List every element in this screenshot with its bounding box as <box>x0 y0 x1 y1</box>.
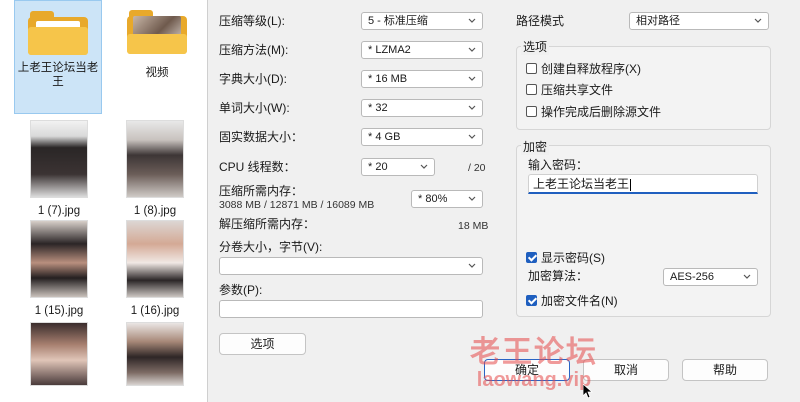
word-size-select[interactable]: * 32 <box>361 99 483 117</box>
checkbox-unchecked-icon <box>526 63 537 74</box>
memory-decompress-value: 18 MB <box>458 220 489 232</box>
checkbox-checked-icon <box>526 295 537 306</box>
encryption-method-label: 加密算法： <box>528 269 589 283</box>
show-password-checkbox[interactable]: 显示密码(S) <box>526 249 605 266</box>
sfx-checkbox[interactable]: 创建自释放程序(X) <box>526 60 641 77</box>
chevron-down-icon <box>743 274 751 279</box>
file-label: 1 (16).jpg <box>130 305 180 317</box>
chevron-down-icon <box>468 263 476 268</box>
password-label: 输入密码： <box>528 158 589 172</box>
compression-level-label: 压缩等级(L): <box>219 14 286 28</box>
text-caret <box>630 178 632 191</box>
folder-item[interactable]: 上老王论坛当老王 <box>14 0 102 114</box>
file-label: 1 (8).jpg <box>133 205 177 217</box>
path-mode-select[interactable]: 相对路径 <box>629 12 769 30</box>
path-mode-label: 路径模式 <box>516 14 565 28</box>
compression-method-label: 压缩方法(M): <box>219 43 289 57</box>
checkbox-unchecked-icon <box>526 84 537 95</box>
watermark-url: laowang.vip <box>476 369 592 391</box>
encryption-method-select[interactable]: AES-256 <box>663 268 758 286</box>
file-label: 1 (15).jpg <box>34 305 84 317</box>
compression-level-select[interactable]: 5 - 标准压缩 <box>361 12 483 30</box>
solid-block-size-select[interactable]: * 4 GB <box>361 128 483 146</box>
password-input[interactable]: 上老王论坛当老王 <box>528 174 758 194</box>
word-size-label: 单词大小(W): <box>219 101 290 115</box>
cpu-threads-max: / 20 <box>468 162 486 174</box>
compress-shared-files-checkbox[interactable]: 压缩共享文件 <box>526 81 613 98</box>
encryption-group-title: 加密 <box>521 138 550 155</box>
cpu-threads-label: CPU 线程数： <box>219 160 296 174</box>
compression-method-select[interactable]: * LZMA2 <box>361 41 483 59</box>
checkbox-unchecked-icon <box>526 106 537 117</box>
file-explorer-pane: 上老王论坛当老王 视频 1 (7).jpg 1 (8).jpg 1 (15).j… <box>0 0 207 402</box>
options-button[interactable]: 选项 <box>219 333 306 355</box>
split-volumes-label: 分卷大小，字节(V): <box>219 240 323 254</box>
folder-icon <box>127 10 187 54</box>
chevron-down-icon <box>468 18 476 23</box>
image-file-item[interactable]: 1 (7).jpg <box>18 120 100 218</box>
solid-block-size-label: 固实数据大小： <box>219 130 304 144</box>
file-label: 1 (7).jpg <box>37 205 81 217</box>
image-file-item[interactable]: 1 (8).jpg <box>114 120 196 218</box>
folder-icon <box>28 11 88 55</box>
chevron-down-icon <box>468 105 476 110</box>
image-thumbnail <box>126 120 184 198</box>
parameters-input[interactable] <box>219 300 483 318</box>
image-thumbnail <box>30 120 88 198</box>
folder-label: 视频 <box>145 67 169 79</box>
image-file-item[interactable]: 1 (16).jpg <box>114 220 196 318</box>
dictionary-size-select[interactable]: * 16 MB <box>361 70 483 88</box>
image-thumbnail <box>30 220 88 298</box>
chevron-down-icon <box>468 134 476 139</box>
watermark: 老王论坛 laowang.vip <box>470 336 598 391</box>
folder-item[interactable]: 视频 <box>116 0 198 112</box>
image-thumbnail <box>126 220 184 298</box>
image-file-item[interactable]: 1 (15).jpg <box>18 220 100 318</box>
memory-decompress-label: 解压缩所需内存： <box>219 217 316 231</box>
mouse-cursor-icon <box>583 384 593 398</box>
chevron-down-icon <box>468 76 476 81</box>
checkbox-checked-icon <box>526 252 537 263</box>
image-thumbnail <box>126 322 184 386</box>
encrypt-file-names-checkbox[interactable]: 加密文件名(N) <box>526 292 618 309</box>
options-group-title: 选项 <box>521 38 550 55</box>
delete-after-compression-checkbox[interactable]: 操作完成后删除源文件 <box>526 103 661 120</box>
chevron-down-icon <box>468 196 476 201</box>
parameters-label: 参数(P): <box>219 283 263 297</box>
memory-usage-select[interactable]: * 80% <box>411 190 483 208</box>
image-thumbnail <box>30 322 88 386</box>
chevron-down-icon <box>420 164 428 169</box>
folder-label: 上老王论坛当老王 <box>17 62 99 88</box>
image-file-item[interactable] <box>114 322 196 386</box>
dictionary-size-label: 字典大小(D): <box>219 72 287 86</box>
chevron-down-icon <box>754 18 762 23</box>
chevron-down-icon <box>468 47 476 52</box>
help-button[interactable]: 帮助 <box>682 359 768 381</box>
cpu-threads-select[interactable]: * 20 <box>361 158 435 176</box>
split-volumes-select[interactable] <box>219 257 483 275</box>
image-file-item[interactable] <box>18 322 100 386</box>
watermark-text: 老王论坛 <box>470 336 598 369</box>
memory-compress-detail: 3088 MB / 12871 MB / 16089 MB <box>219 199 375 211</box>
